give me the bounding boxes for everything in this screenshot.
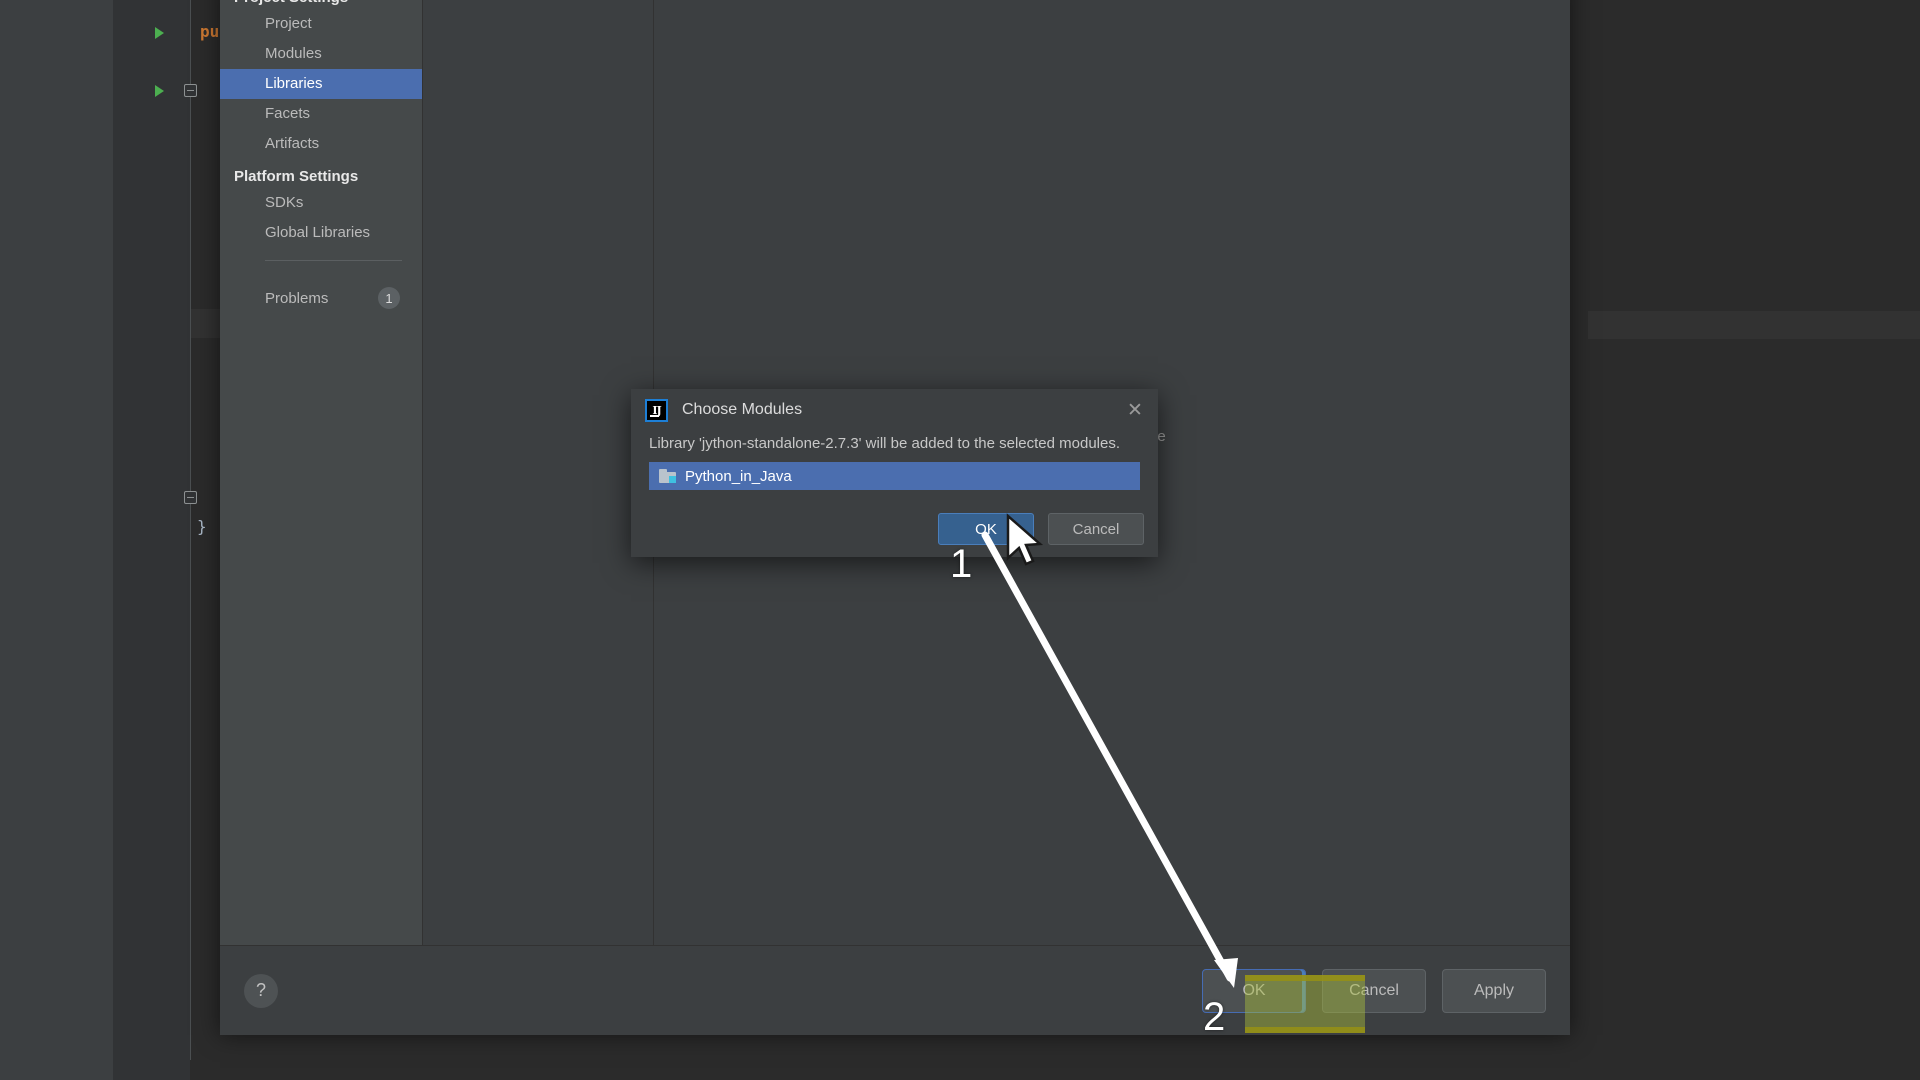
fold-marker-icon[interactable] — [184, 491, 197, 504]
ide-left-tool-panel — [0, 0, 113, 1080]
sidebar-item-global-libraries[interactable]: Global Libraries — [220, 218, 422, 248]
dialog-title: Choose Modules — [682, 401, 803, 418]
intellij-idea-logo-icon: IJ — [645, 398, 668, 422]
list-item-label: Python_in_Java — [685, 467, 792, 485]
libraries-tree-pane[interactable]: jython-standalone-2.7.3 — [423, 0, 654, 945]
screen: 4567891011121314151617181920212223 pu } … — [0, 0, 1920, 1080]
fold-marker-icon[interactable] — [184, 84, 197, 97]
settings-cancel-button[interactable]: Cancel — [1322, 968, 1426, 1013]
nav-platform-items: SDKs Global Libraries — [220, 188, 422, 248]
choose-modules-title-bar: IJ Choose Modules ✕ — [631, 389, 1158, 431]
editor-right-strip — [1570, 0, 1920, 1080]
nav-group-project-settings: Project Settings — [220, 0, 422, 9]
module-icon — [659, 469, 676, 483]
dialog-message: Library 'jython-standalone-2.7.3' will b… — [649, 435, 1121, 452]
settings-apply-button[interactable]: Apply — [1442, 968, 1546, 1013]
settings-footer: ? OK Cancel Apply — [220, 945, 1570, 1035]
nav-group-platform-settings: Platform Settings — [234, 168, 359, 185]
list-item[interactable]: Python_in_Java — [649, 462, 1140, 490]
run-gutter-icon[interactable] — [155, 27, 164, 39]
code-token-keyword: pu — [200, 22, 220, 41]
help-button[interactable]: ? — [244, 973, 278, 1008]
editor-bottom-strip — [190, 1060, 1480, 1080]
nav-project-items: Project Modules Libraries Facets Artifacts — [220, 9, 422, 159]
problems-count-badge: 1 — [378, 287, 400, 309]
code-folding-rail — [190, 0, 191, 1080]
code-token-brace: } — [197, 517, 207, 536]
sidebar-item-sdks[interactable]: SDKs — [220, 188, 422, 218]
sidebar-item-facets[interactable]: Facets — [220, 99, 422, 129]
annotation-step-1: 1 — [950, 542, 973, 586]
settings-nav-pane[interactable]: Project Settings ProjectModulesLibraries… — [220, 0, 423, 945]
sidebar-item-artifacts[interactable]: Artifacts — [220, 129, 422, 159]
sidebar-item-modules[interactable]: Modules — [220, 39, 422, 69]
problems-label: Problems — [265, 289, 329, 307]
close-icon[interactable]: ✕ — [1124, 399, 1146, 421]
editor-right-row-highlight — [1588, 311, 1920, 339]
sidebar-item-libraries[interactable]: Libraries — [220, 69, 422, 99]
annotation-step-2: 2 — [1203, 995, 1226, 1039]
sidebar-item-project[interactable]: Project — [220, 9, 422, 39]
sidebar-item-problems[interactable]: Problems 1 — [220, 283, 422, 313]
dialog-cancel-button[interactable]: Cancel — [1048, 513, 1144, 545]
run-gutter-icon[interactable] — [155, 85, 164, 97]
nav-divider — [265, 260, 402, 261]
dialog-button-row: OK Cancel — [938, 513, 1144, 545]
dialog-ok-button[interactable]: OK — [938, 513, 1034, 545]
choose-modules-dialog: IJ Choose Modules ✕ Library 'jython-stan… — [631, 389, 1158, 557]
editor-gutter[interactable] — [113, 0, 191, 1080]
